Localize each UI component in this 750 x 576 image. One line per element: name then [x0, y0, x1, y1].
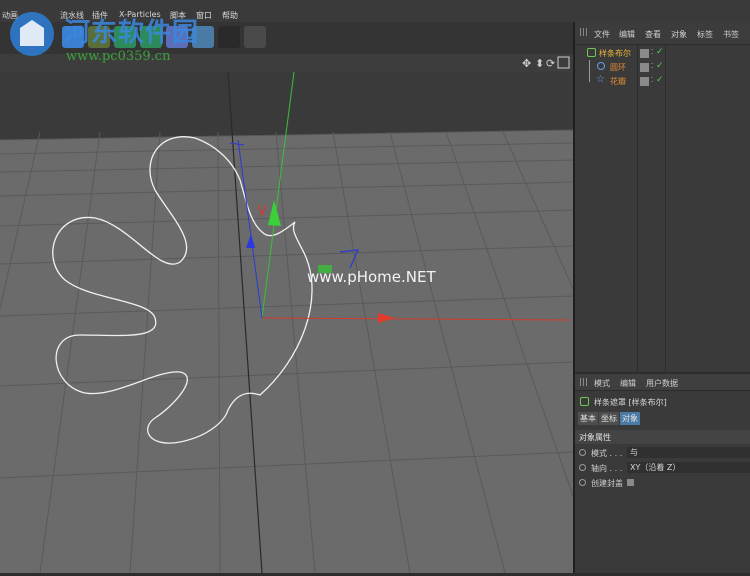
visibility-icon[interactable]: ⁚: [651, 48, 653, 56]
layer-icon[interactable]: [640, 49, 649, 58]
circle-icon: [597, 62, 605, 70]
watermark-url: www.pc0359.cn: [66, 49, 171, 64]
tab-object[interactable]: 对象: [620, 412, 640, 425]
om-menu-view[interactable]: 查看: [645, 29, 661, 40]
prop-axis[interactable]: 轴向 . . . XY（沿着 Z）: [575, 461, 750, 475]
tab-basic[interactable]: 基本: [578, 412, 598, 425]
attribute-manager: 模式 编辑 用户数据 样条遮罩 [样条布尔] 基本 坐标 对象 对象属性 模式 …: [575, 374, 750, 573]
svg-text:⬍: ⬍: [535, 57, 544, 70]
attr-menu-userdata[interactable]: 用户数据: [646, 378, 678, 389]
attribute-manager-menu: 模式 编辑 用户数据: [575, 374, 750, 391]
watermark-logo-text: 河东软件园: [64, 18, 200, 48]
tab-coord[interactable]: 坐标: [599, 412, 619, 425]
svg-text:⟳: ⟳: [546, 57, 555, 70]
mode-select[interactable]: 与: [627, 447, 750, 458]
grip-icon[interactable]: [580, 378, 588, 386]
object-row-circle[interactable]: 圆环 ⁚ ✓: [575, 60, 750, 82]
viewport[interactable]: [0, 71, 701, 574]
check-icon[interactable]: ✓: [656, 47, 664, 57]
section-title: 对象属性: [579, 433, 611, 442]
layer-icon[interactable]: [640, 63, 649, 72]
section-header: 对象属性: [575, 430, 750, 444]
om-menu-file[interactable]: 文件: [594, 29, 610, 40]
om-menu-bookmark[interactable]: 书签: [723, 29, 739, 40]
visibility-icon[interactable]: ⁚: [651, 62, 653, 70]
menu-animation[interactable]: 动画: [2, 10, 18, 21]
column-divider: [665, 44, 666, 372]
attr-menu-edit[interactable]: 编辑: [620, 378, 636, 389]
object-row-spline-boolean[interactable]: 样条布尔 ⁚ ✓: [575, 46, 750, 60]
om-menu-tag[interactable]: 标签: [697, 29, 713, 40]
spline-mask-icon: [580, 397, 589, 406]
prop-label: 轴向 . . .: [591, 464, 623, 473]
prop-cap[interactable]: 创建封盖: [575, 476, 750, 490]
radio-icon[interactable]: [579, 479, 586, 486]
object-name[interactable]: 圆环: [610, 62, 626, 73]
viewport-canvas[interactable]: [0, 71, 701, 574]
cap-checkbox[interactable]: [627, 479, 634, 486]
column-divider: [637, 44, 638, 372]
watermark-center: www.pHome.NET: [307, 268, 436, 286]
check-icon[interactable]: ✓: [656, 75, 664, 85]
object-name[interactable]: 花瓣: [610, 76, 626, 87]
attr-title: 样条遮罩 [样条布尔]: [594, 398, 667, 407]
radio-icon[interactable]: [579, 464, 586, 471]
layer-icon[interactable]: [640, 77, 649, 86]
prop-label: 模式 . . .: [591, 449, 623, 458]
object-manager: 文件 编辑 查看 对象 标签 书签 样条布尔 ⁚ ✓ 圆环 ⁚ ✓ ☆ 花瓣 ⁚…: [575, 22, 750, 372]
svg-text:✥: ✥: [522, 57, 531, 70]
visibility-icon[interactable]: ⁚: [651, 76, 653, 84]
om-menu-object[interactable]: 对象: [671, 29, 687, 40]
camera-icon[interactable]: [218, 26, 240, 48]
check-icon[interactable]: ✓: [656, 61, 664, 71]
prop-mode[interactable]: 模式 . . . 与: [575, 446, 750, 460]
light-icon[interactable]: [244, 26, 266, 48]
attr-menu-mode[interactable]: 模式: [594, 378, 610, 389]
om-menu-edit[interactable]: 编辑: [619, 29, 635, 40]
grip-icon[interactable]: [580, 28, 588, 36]
object-manager-menu: 文件 编辑 查看 对象 标签 书签: [575, 22, 750, 45]
object-row-flower[interactable]: ☆ 花瓣 ⁚ ✓: [575, 74, 750, 88]
axis-select[interactable]: XY（沿着 Z）: [627, 462, 750, 473]
spline-boolean-icon: [587, 48, 596, 57]
star-icon: ☆: [596, 74, 605, 85]
radio-icon[interactable]: [579, 449, 586, 456]
object-name[interactable]: 样条布尔: [599, 48, 631, 59]
prop-label: 创建封盖: [591, 479, 623, 488]
menu-help[interactable]: 帮助: [222, 10, 238, 21]
